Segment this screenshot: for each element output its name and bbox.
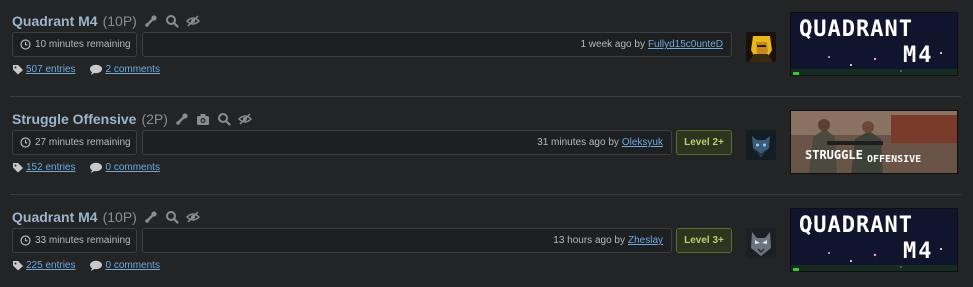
- giveaway-title[interactable]: Struggle Offensive: [12, 111, 136, 127]
- giveaway-points: (10P): [102, 209, 137, 225]
- hide-icon[interactable]: [185, 14, 200, 28]
- time-remaining-text: 27 minutes remaining: [35, 137, 131, 148]
- giveaway-row: Struggle Offensive (2P) 27 minutes remai…: [0, 98, 973, 195]
- giveaway-links: 152 entries 0 comments: [12, 160, 160, 174]
- created-text: 13 hours ago by: [553, 235, 625, 246]
- created-text: 1 week ago by: [580, 39, 645, 50]
- giveaway-links: 507 entries 2 comments: [12, 62, 160, 76]
- hide-icon[interactable]: [185, 210, 200, 224]
- giveaway-points: (10P): [102, 13, 137, 29]
- giveaway-links: 225 entries 0 comments: [12, 258, 160, 272]
- creator-avatar[interactable]: [746, 32, 776, 62]
- time-remaining-box: 10 minutes remaining: [12, 32, 137, 57]
- entries-link[interactable]: 507 entries: [26, 64, 75, 75]
- game-image[interactable]: QUADRANT M4: [790, 208, 958, 272]
- time-remaining-text: 33 minutes remaining: [35, 235, 131, 246]
- giveaway-title[interactable]: Quadrant M4: [12, 209, 98, 225]
- level-requirement-badge: Level 2+: [676, 130, 732, 155]
- comment-bubble-icon: [89, 162, 103, 173]
- time-remaining-box: 27 minutes remaining: [12, 130, 137, 155]
- camera-icon[interactable]: [196, 112, 210, 126]
- game-image-title: STRUGGLE: [805, 148, 863, 162]
- giveaway-title[interactable]: Quadrant M4: [12, 13, 98, 29]
- clock-icon: [20, 39, 31, 50]
- creator-info-box: 31 minutes ago by Oleksyuk: [142, 130, 672, 155]
- comments-link[interactable]: 0 comments: [105, 260, 159, 271]
- giveaway-row: Quadrant M4 (10P) 33 minutes remaining 1…: [0, 196, 973, 287]
- creator-avatar[interactable]: [746, 228, 776, 258]
- level-requirement-badge: Level 3+: [676, 228, 732, 253]
- row-separator: [10, 96, 961, 97]
- row-separator: [10, 194, 961, 195]
- creator-avatar[interactable]: [746, 130, 776, 160]
- tag-icon: [12, 64, 24, 75]
- game-image[interactable]: QUADRANT M4: [790, 12, 958, 76]
- search-icon[interactable]: [165, 210, 179, 224]
- game-image-subtitle: OFFENSIVE: [867, 154, 922, 165]
- search-icon[interactable]: [217, 112, 231, 126]
- game-image-title: QUADRANT: [799, 17, 913, 42]
- giveaway-heading: Quadrant M4 (10P): [12, 10, 200, 32]
- giveaway-points: (2P): [141, 111, 168, 127]
- comments-link[interactable]: 0 comments: [105, 162, 159, 173]
- time-remaining-text: 10 minutes remaining: [35, 39, 131, 50]
- time-remaining-box: 33 minutes remaining: [12, 228, 137, 253]
- creator-info-box: 1 week ago by Fullyd15c0unteD: [142, 32, 732, 57]
- comments-link[interactable]: 2 comments: [105, 64, 159, 75]
- giveaway-heading: Quadrant M4 (10P): [12, 206, 200, 228]
- giveaway-row: Quadrant M4 (10P) 10 minutes remaining 1…: [0, 0, 973, 97]
- entries-link[interactable]: 225 entries: [26, 260, 75, 271]
- steam-icon[interactable]: [144, 14, 158, 28]
- creator-link[interactable]: Oleksyuk: [622, 137, 663, 148]
- search-icon[interactable]: [165, 14, 179, 28]
- steam-icon[interactable]: [175, 112, 189, 126]
- game-image-subtitle: M4: [903, 239, 934, 264]
- steam-icon[interactable]: [144, 210, 158, 224]
- comment-bubble-icon: [89, 64, 103, 75]
- creator-link[interactable]: Fullyd15c0unteD: [648, 39, 723, 50]
- tag-icon: [12, 162, 24, 173]
- entries-link[interactable]: 152 entries: [26, 162, 75, 173]
- game-image-subtitle: M4: [903, 43, 934, 68]
- game-image-title: QUADRANT: [799, 213, 913, 238]
- game-image[interactable]: STRUGGLE OFFENSIVE: [790, 110, 958, 174]
- creator-link[interactable]: Zheslay: [628, 235, 663, 246]
- clock-icon: [20, 137, 31, 148]
- clock-icon: [20, 235, 31, 246]
- created-text: 31 minutes ago by: [537, 137, 619, 148]
- creator-info-box: 13 hours ago by Zheslay: [142, 228, 672, 253]
- tag-icon: [12, 260, 24, 271]
- giveaway-heading: Struggle Offensive (2P): [12, 108, 252, 130]
- hide-icon[interactable]: [237, 112, 252, 126]
- comment-bubble-icon: [89, 260, 103, 271]
